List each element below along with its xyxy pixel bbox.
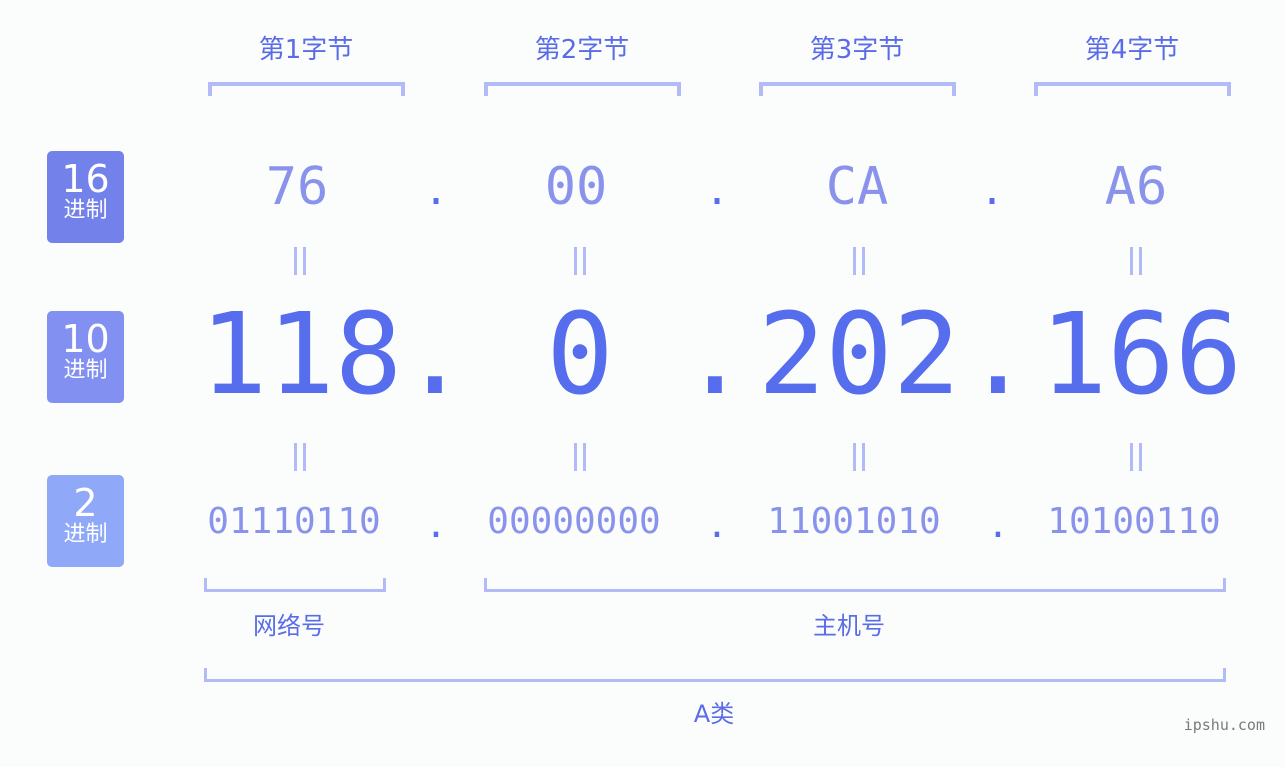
equals-icon xyxy=(839,246,879,282)
byte-3-bracket xyxy=(759,82,956,96)
equals-icon xyxy=(280,246,320,282)
hex-badge-unit: 进制 xyxy=(63,198,108,223)
bin-byte-4: 10100110 xyxy=(1047,501,1221,542)
hex-byte-3: CA xyxy=(825,157,889,217)
byte-1-label: 第1字节 xyxy=(258,35,354,65)
dec-separator-1: . xyxy=(401,290,469,420)
byte-3-label: 第3字节 xyxy=(809,35,905,65)
dec-badge: 10 进制 xyxy=(47,311,124,403)
hex-separator-2: . xyxy=(704,168,730,214)
hex-byte-4: A6 xyxy=(1104,157,1168,217)
dec-byte-2: 0 xyxy=(546,290,614,420)
class-bracket xyxy=(204,668,1226,682)
hex-separator-3: . xyxy=(979,168,1005,214)
dec-badge-unit: 进制 xyxy=(63,358,108,383)
hex-byte-2: 00 xyxy=(544,157,608,217)
byte-4-bracket xyxy=(1034,82,1231,96)
dec-badge-number: 10 xyxy=(61,317,110,361)
hex-badge: 16 进制 xyxy=(47,151,124,243)
equals-icon xyxy=(1116,246,1156,282)
dec-separator-3: . xyxy=(964,290,1032,420)
equals-icon xyxy=(1116,442,1156,478)
network-bracket xyxy=(204,578,386,592)
byte-2-label: 第2字节 xyxy=(534,35,630,65)
dec-byte-3: 202 xyxy=(757,290,961,420)
byte-2-bracket xyxy=(484,82,681,96)
bin-byte-3: 11001010 xyxy=(767,501,941,542)
bin-badge-number: 2 xyxy=(73,481,98,525)
byte-1-bracket xyxy=(208,82,405,96)
host-bracket xyxy=(484,578,1226,592)
hex-byte-1: 76 xyxy=(265,157,329,217)
watermark: ipshu.com xyxy=(1183,716,1265,734)
bin-badge-unit: 进制 xyxy=(63,522,108,547)
dec-separator-2: . xyxy=(681,290,749,420)
bin-separator-3: . xyxy=(987,505,1009,546)
class-label: A类 xyxy=(693,700,735,728)
equals-icon xyxy=(839,442,879,478)
bin-separator-2: . xyxy=(706,505,728,546)
dec-byte-1: 118 xyxy=(199,290,403,420)
hex-badge-number: 16 xyxy=(61,157,110,201)
equals-icon xyxy=(560,246,600,282)
equals-icon xyxy=(280,442,320,478)
byte-4-label: 第4字节 xyxy=(1084,35,1180,65)
bin-byte-2: 00000000 xyxy=(487,501,661,542)
host-label: 主机号 xyxy=(813,612,885,640)
bin-separator-1: . xyxy=(425,505,447,546)
equals-icon xyxy=(560,442,600,478)
bin-badge: 2 进制 xyxy=(47,475,124,567)
network-label: 网络号 xyxy=(253,612,325,640)
bin-byte-1: 01110110 xyxy=(207,501,381,542)
dec-byte-4: 166 xyxy=(1039,290,1243,420)
hex-separator-1: . xyxy=(423,168,449,214)
